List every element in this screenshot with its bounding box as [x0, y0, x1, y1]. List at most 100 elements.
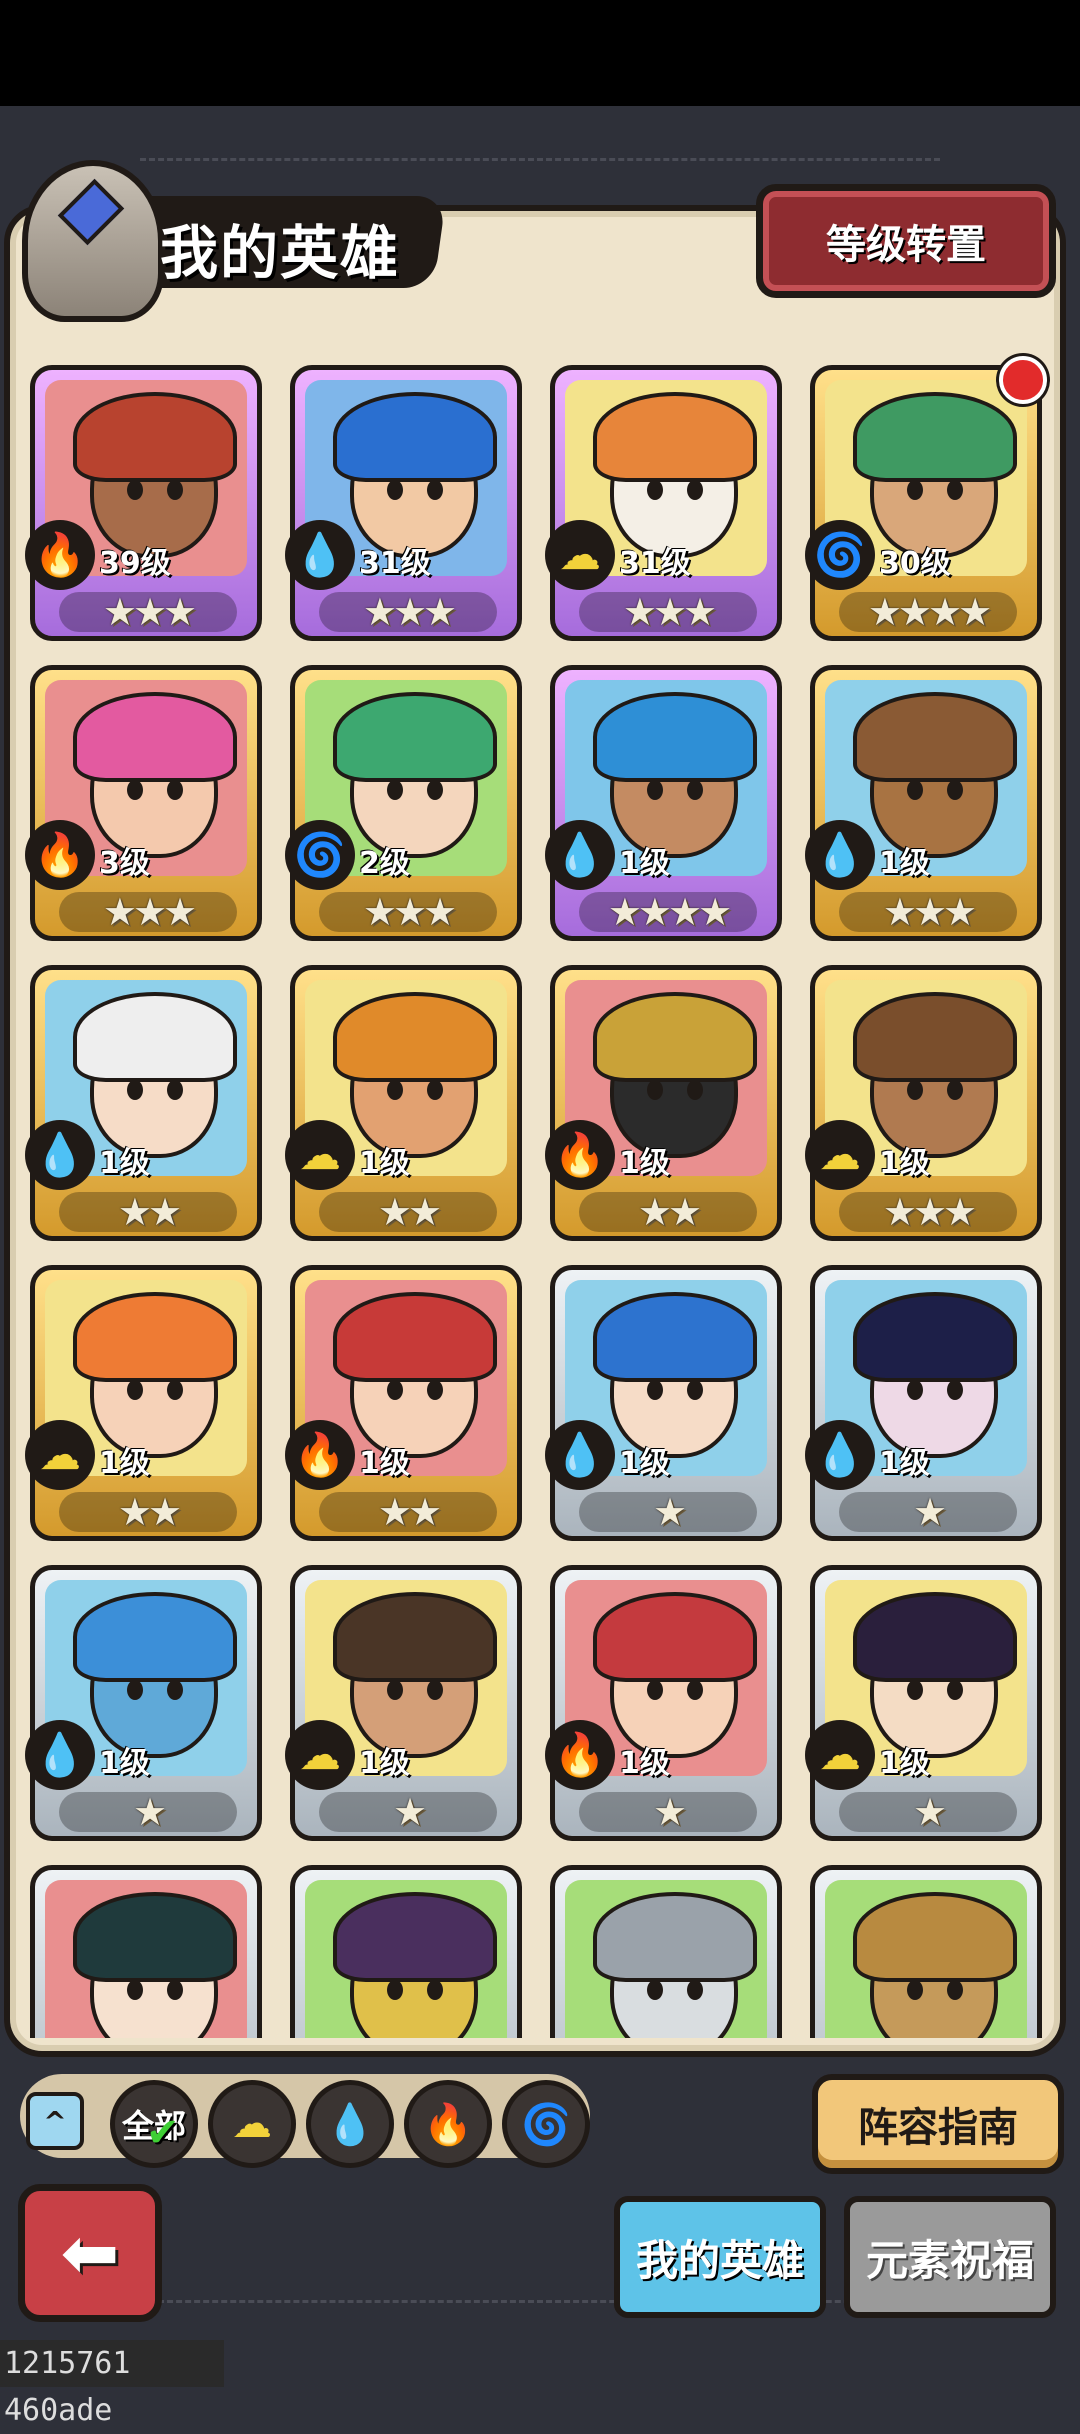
hero-card[interactable]: ☁ 1级 ★: [805, 1565, 1042, 1841]
hero-card[interactable]: 🔥 3级 ★★★: [25, 665, 262, 941]
hero-hair: [73, 692, 237, 782]
hero-card[interactable]: [550, 1865, 782, 2038]
hero-eye: [907, 480, 923, 500]
filter-wind-button[interactable]: 🌀: [502, 2080, 590, 2168]
star-icon: ★: [408, 1490, 442, 1534]
hero-card[interactable]: [810, 1865, 1042, 2038]
star-icon: ★: [637, 890, 672, 934]
hero-card[interactable]: 🔥 1级 ★★: [545, 965, 782, 1241]
hero-eye: [427, 780, 443, 800]
hero-eye: [947, 1080, 963, 1100]
hero-card[interactable]: ☁ 31级 ★★★: [545, 365, 782, 641]
star-icon: ★: [637, 1190, 672, 1234]
hero-card[interactable]: 💧 31级 ★★★: [285, 365, 522, 641]
filter-water-button[interactable]: 💧: [306, 2080, 394, 2168]
hero-eye: [687, 1980, 703, 2000]
hero-hair: [593, 692, 757, 782]
lineup-guide-button[interactable]: 阵容指南: [812, 2074, 1064, 2174]
hero-stars: ★★★: [59, 892, 237, 932]
hero-hair: [853, 1592, 1017, 1682]
star-icon: ★: [423, 890, 457, 934]
hero-level: 1级: [99, 1146, 150, 1181]
notification-dot: [999, 356, 1047, 404]
hero-eye: [167, 480, 183, 500]
hero-card[interactable]: 🔥 1级 ★★: [285, 1265, 522, 1541]
hero-card[interactable]: 💧 1级 ★: [805, 1265, 1042, 1541]
back-button[interactable]: ⬅: [18, 2184, 162, 2322]
star-icon: ★: [683, 590, 717, 634]
chevron-up-icon[interactable]: ^: [26, 2092, 84, 2150]
hero-hair: [853, 1892, 1017, 1982]
hero-hair: [73, 1592, 237, 1682]
hero-eye: [647, 1980, 663, 2000]
hero-eye: [127, 1680, 143, 1700]
hero-card[interactable]: [290, 1865, 522, 2038]
hero-eye: [387, 1980, 403, 2000]
hero-stars: ★★: [59, 1492, 237, 1532]
filter-fire-button[interactable]: 🔥: [404, 2080, 492, 2168]
hero-eye: [427, 1080, 443, 1100]
hero-level: 30级: [879, 546, 951, 581]
hero-eye: [127, 780, 143, 800]
star-icon: ★: [652, 590, 687, 634]
star-icon: ★: [377, 1190, 412, 1234]
fire-element-icon: 🔥: [545, 1720, 615, 1790]
hero-hair: [853, 992, 1017, 1082]
hero-card[interactable]: ☁ 1级 ★: [285, 1565, 522, 1841]
hero-level: 1级: [359, 1446, 410, 1481]
star-icon: ★: [163, 590, 197, 634]
hero-eye: [387, 480, 403, 500]
hero-card[interactable]: 🌀 2级 ★★★: [285, 665, 522, 941]
hero-card[interactable]: ☁ 1级 ★★: [285, 965, 522, 1241]
hero-stars: ★: [839, 1492, 1017, 1532]
hero-stars: ★★★★: [579, 892, 757, 932]
hero-level: 31级: [619, 546, 691, 581]
star-icon: ★: [392, 1790, 427, 1834]
hero-card[interactable]: 💧 1级 ★: [25, 1565, 262, 1841]
star-icon: ★: [882, 890, 917, 934]
star-icon: ★: [392, 590, 427, 634]
hero-eye: [127, 480, 143, 500]
hero-card[interactable]: [30, 1865, 262, 2038]
hero-stars: ★★★: [319, 892, 497, 932]
hero-hair: [73, 1892, 237, 1982]
star-icon: ★: [102, 590, 137, 634]
star-icon: ★: [652, 1790, 687, 1834]
tab-element-blessing[interactable]: 元素祝福: [844, 2196, 1056, 2318]
tab-my-heroes[interactable]: 我的英雄: [614, 2196, 826, 2318]
hero-eye: [127, 1980, 143, 2000]
star-icon: ★: [912, 1790, 947, 1834]
hero-card[interactable]: 💧 1级 ★★★★: [545, 665, 782, 941]
hero-card[interactable]: 💧 1级 ★: [545, 1265, 782, 1541]
hero-hair: [853, 392, 1017, 482]
hero-stars: ★★★: [319, 592, 497, 632]
hero-hair: [73, 392, 237, 482]
hero-eye: [427, 1380, 443, 1400]
hero-stars: ★★★: [839, 1192, 1017, 1232]
hero-card[interactable]: ☁ 1级 ★★: [25, 1265, 262, 1541]
hero-card[interactable]: 💧 1级 ★★★: [805, 665, 1042, 941]
hero-card[interactable]: 🔥 39级 ★★★: [25, 365, 262, 641]
hero-card[interactable]: 🌀 30级 ★★★★: [805, 356, 1047, 641]
level-transfer-button[interactable]: 等级转置: [756, 184, 1056, 298]
hero-card[interactable]: 💧 1级 ★★: [25, 965, 262, 1241]
star-icon: ★: [912, 1190, 947, 1234]
hero-eye: [687, 1380, 703, 1400]
hero-hair: [853, 1292, 1017, 1382]
hero-eye: [167, 1980, 183, 2000]
star-icon: ★: [117, 1190, 152, 1234]
hero-level: 1级: [619, 1746, 670, 1781]
wind-element-icon: 🌀: [285, 820, 355, 890]
hero-level: 1级: [359, 1746, 410, 1781]
water-element-icon: 💧: [805, 1420, 875, 1490]
hero-card[interactable]: 🔥 1级 ★: [545, 1565, 782, 1841]
filter-earth-button[interactable]: ☁: [208, 2080, 296, 2168]
star-icon: ★: [943, 1190, 977, 1234]
hero-portrait: [565, 1880, 767, 2038]
decorative-divider: [140, 158, 940, 165]
hero-hair: [853, 692, 1017, 782]
hero-hair: [333, 992, 497, 1082]
earth-element-icon: ☁: [805, 1120, 875, 1190]
star-icon: ★: [943, 890, 977, 934]
hero-card[interactable]: ☁ 1级 ★★★: [805, 965, 1042, 1241]
